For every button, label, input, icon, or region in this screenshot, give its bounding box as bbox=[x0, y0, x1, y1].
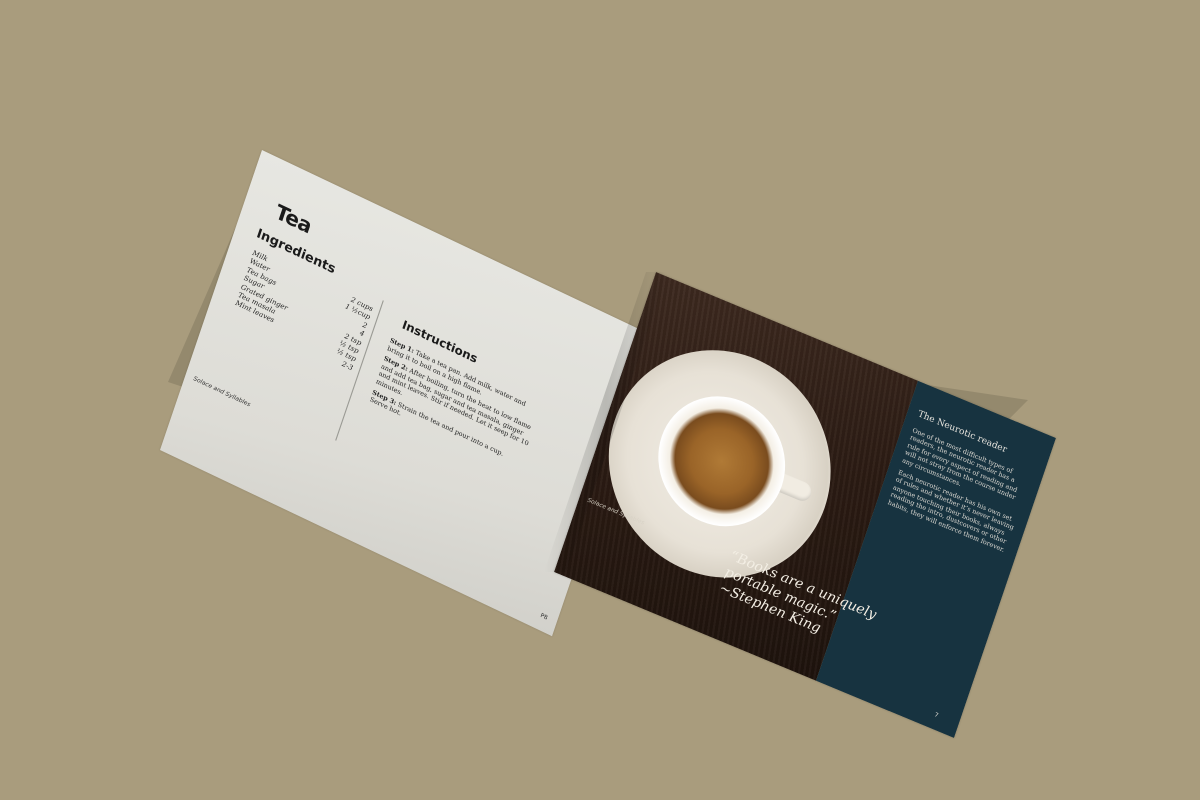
mockup-canvas: Tea Ingredients Milk 2 cups Water 1 ½cup T… bbox=[0, 0, 1200, 800]
book-gutter bbox=[544, 272, 668, 572]
